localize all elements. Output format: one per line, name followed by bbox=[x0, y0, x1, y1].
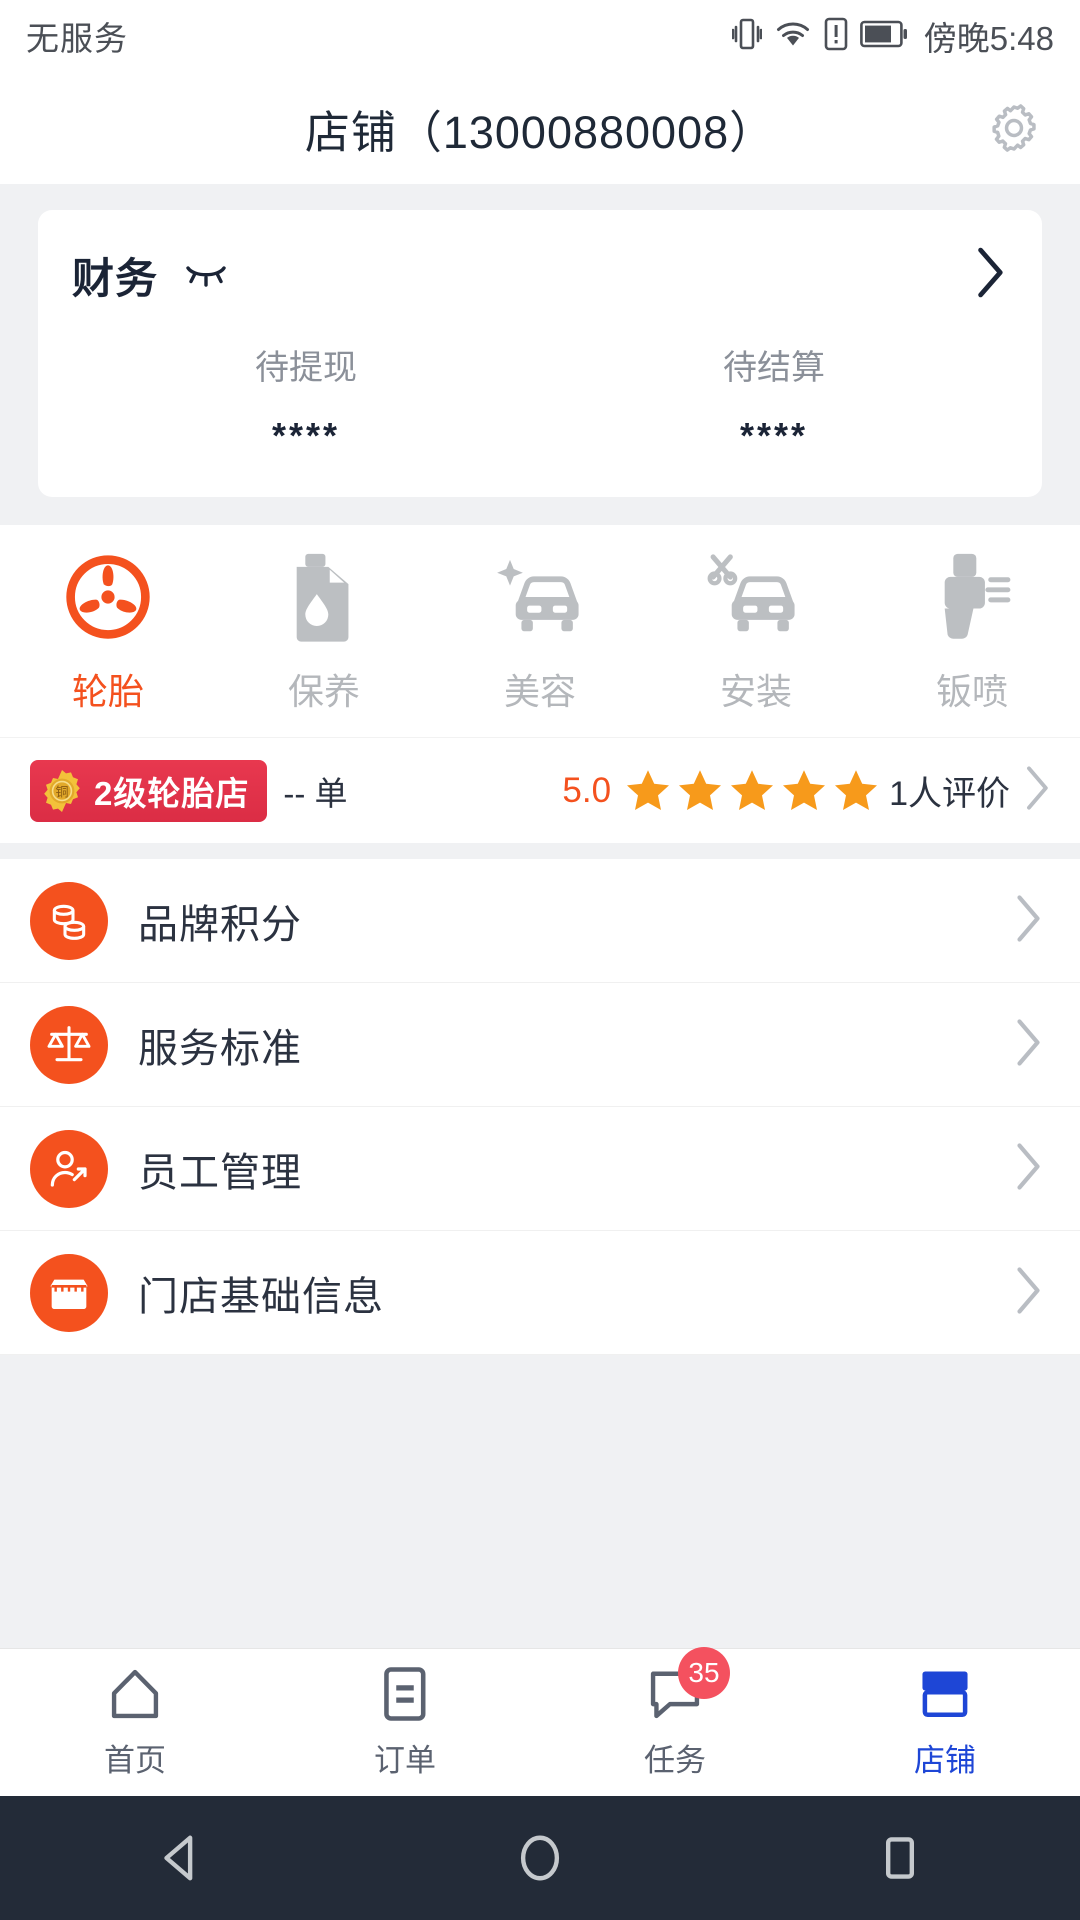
finance-label: 待提现 bbox=[255, 349, 357, 387]
category-item-paint[interactable]: 钣喷 bbox=[864, 551, 1080, 715]
category-item-installation[interactable]: 安装 bbox=[648, 551, 864, 715]
tab-orders[interactable]: 订单 bbox=[270, 1649, 540, 1796]
finance-col-withdrawable: 待提现 **** bbox=[72, 340, 540, 457]
finance-label: 待结算 bbox=[723, 349, 825, 387]
rating-stars bbox=[623, 767, 881, 815]
star-icon bbox=[731, 769, 774, 810]
bottom-tab-bar: 首页 订单 35 任务 店铺 bbox=[0, 1647, 1080, 1796]
finance-value: **** bbox=[739, 415, 809, 456]
finance-col-pending: 待结算 **** bbox=[540, 340, 1008, 457]
tab-label: 首页 bbox=[104, 1743, 166, 1778]
title-bar: 店铺（13000880008） bbox=[0, 72, 1080, 184]
list-item-service-standard[interactable]: 服务标准 bbox=[0, 983, 1080, 1107]
menu-list: 品牌积分 服务标准 员工管理 门店基础信息 bbox=[0, 859, 1080, 1355]
home-circle-icon[interactable] bbox=[480, 1796, 600, 1920]
tab-label: 店铺 bbox=[914, 1743, 976, 1778]
chevron-right-icon[interactable] bbox=[1012, 1016, 1042, 1073]
task-icon: 35 bbox=[648, 1647, 730, 1723]
chevron-right-icon[interactable] bbox=[1012, 1140, 1042, 1197]
home-icon bbox=[107, 1665, 163, 1723]
battery-icon bbox=[859, 19, 908, 54]
recents-square-icon[interactable] bbox=[840, 1796, 960, 1920]
status-icons: 傍晚5:48 bbox=[731, 12, 1054, 60]
car-shine-icon bbox=[490, 551, 590, 643]
bronze-medal-icon: 铜 bbox=[40, 769, 84, 813]
finance-card[interactable]: 财务 待提现 **** 待结算 **** bbox=[38, 210, 1042, 497]
category-label: 安装 bbox=[719, 671, 792, 712]
list-item-label: 门店基础信息 bbox=[138, 1274, 384, 1319]
sim-alert-icon bbox=[824, 17, 848, 56]
finance-columns: 待提现 **** 待结算 **** bbox=[72, 340, 1008, 457]
chevron-right-icon[interactable] bbox=[1012, 892, 1042, 949]
status-bar: 无服务 傍晚5:48 bbox=[0, 0, 1080, 72]
gear-icon[interactable] bbox=[984, 98, 1044, 158]
star-icon bbox=[627, 769, 670, 810]
category-item-beauty[interactable]: 美容 bbox=[432, 551, 648, 715]
eye-closed-icon[interactable] bbox=[184, 260, 228, 290]
shop-status-row[interactable]: 铜 2级轮胎店 -- 单 5.0 1人评价 bbox=[0, 737, 1080, 843]
scales-icon bbox=[30, 1005, 108, 1084]
list-item-label: 品牌积分 bbox=[138, 902, 302, 947]
finance-section: 财务 待提现 **** 待结算 **** bbox=[0, 184, 1080, 525]
category-item-maintenance[interactable]: 保养 bbox=[216, 551, 432, 715]
tab-home[interactable]: 首页 bbox=[0, 1649, 270, 1796]
star-icon bbox=[679, 769, 722, 810]
vibrate-icon bbox=[731, 16, 763, 57]
tab-label: 任务 bbox=[644, 1743, 706, 1778]
tab-shop[interactable]: 店铺 bbox=[810, 1649, 1080, 1796]
storefront-icon bbox=[30, 1253, 108, 1332]
clock-label: 傍晚5:48 bbox=[923, 20, 1054, 57]
list-item-brand-points[interactable]: 品牌积分 bbox=[0, 859, 1080, 983]
category-label: 钣喷 bbox=[935, 671, 1008, 712]
star-icon bbox=[783, 769, 826, 810]
badge-label: 2级轮胎店 bbox=[94, 774, 250, 812]
carrier-label: 无服务 bbox=[26, 20, 128, 57]
category-label: 保养 bbox=[287, 671, 360, 712]
oil-can-icon bbox=[285, 551, 363, 643]
category-label: 美容 bbox=[503, 671, 576, 712]
star-icon bbox=[835, 769, 878, 810]
finance-title: 财务 bbox=[72, 254, 159, 302]
rating-score: 5.0 bbox=[562, 770, 612, 810]
category-label: 轮胎 bbox=[71, 671, 144, 712]
app-screen: 无服务 傍晚5:48 店铺（13000880008） 财务 待提现 **** 待… bbox=[0, 0, 1080, 1920]
staff-icon bbox=[30, 1129, 108, 1208]
page-title: 店铺（13000880008） bbox=[304, 106, 776, 158]
order-count-label: -- 单 bbox=[283, 774, 348, 812]
finance-chevron-right-icon[interactable] bbox=[972, 245, 1006, 306]
list-item-staff-management[interactable]: 员工管理 bbox=[0, 1107, 1080, 1231]
coins-icon bbox=[30, 881, 108, 960]
task-badge: 35 bbox=[678, 1647, 730, 1699]
tire-icon bbox=[62, 551, 154, 643]
android-nav-bar bbox=[0, 1796, 1080, 1920]
order-icon bbox=[382, 1665, 428, 1723]
wifi-icon bbox=[774, 17, 812, 56]
tab-label: 订单 bbox=[374, 1743, 436, 1778]
list-item-store-info[interactable]: 门店基础信息 bbox=[0, 1231, 1080, 1355]
rating-chevron-right-icon[interactable] bbox=[1022, 764, 1050, 817]
rating-group[interactable]: 5.0 1人评价 bbox=[562, 764, 1050, 817]
car-tools-icon bbox=[706, 551, 806, 643]
list-item-label: 服务标准 bbox=[138, 1026, 302, 1071]
shop-icon bbox=[919, 1665, 971, 1723]
status-badge: 铜 2级轮胎店 bbox=[30, 759, 268, 822]
category-item-tire[interactable]: 轮胎 bbox=[0, 551, 216, 715]
chevron-right-icon[interactable] bbox=[1012, 1264, 1042, 1321]
review-count-label: 1人评价 bbox=[889, 775, 1010, 813]
list-item-label: 员工管理 bbox=[138, 1150, 302, 1195]
finance-value: **** bbox=[271, 415, 341, 456]
category-strip: 轮胎 保养 美容 安装 钣喷 bbox=[0, 525, 1080, 737]
svg-text:铜: 铜 bbox=[55, 785, 68, 800]
back-triangle-icon[interactable] bbox=[120, 1796, 240, 1920]
tab-tasks[interactable]: 35 任务 bbox=[540, 1647, 810, 1796]
finance-header: 财务 bbox=[72, 244, 1008, 306]
spray-gun-icon bbox=[924, 551, 1020, 643]
